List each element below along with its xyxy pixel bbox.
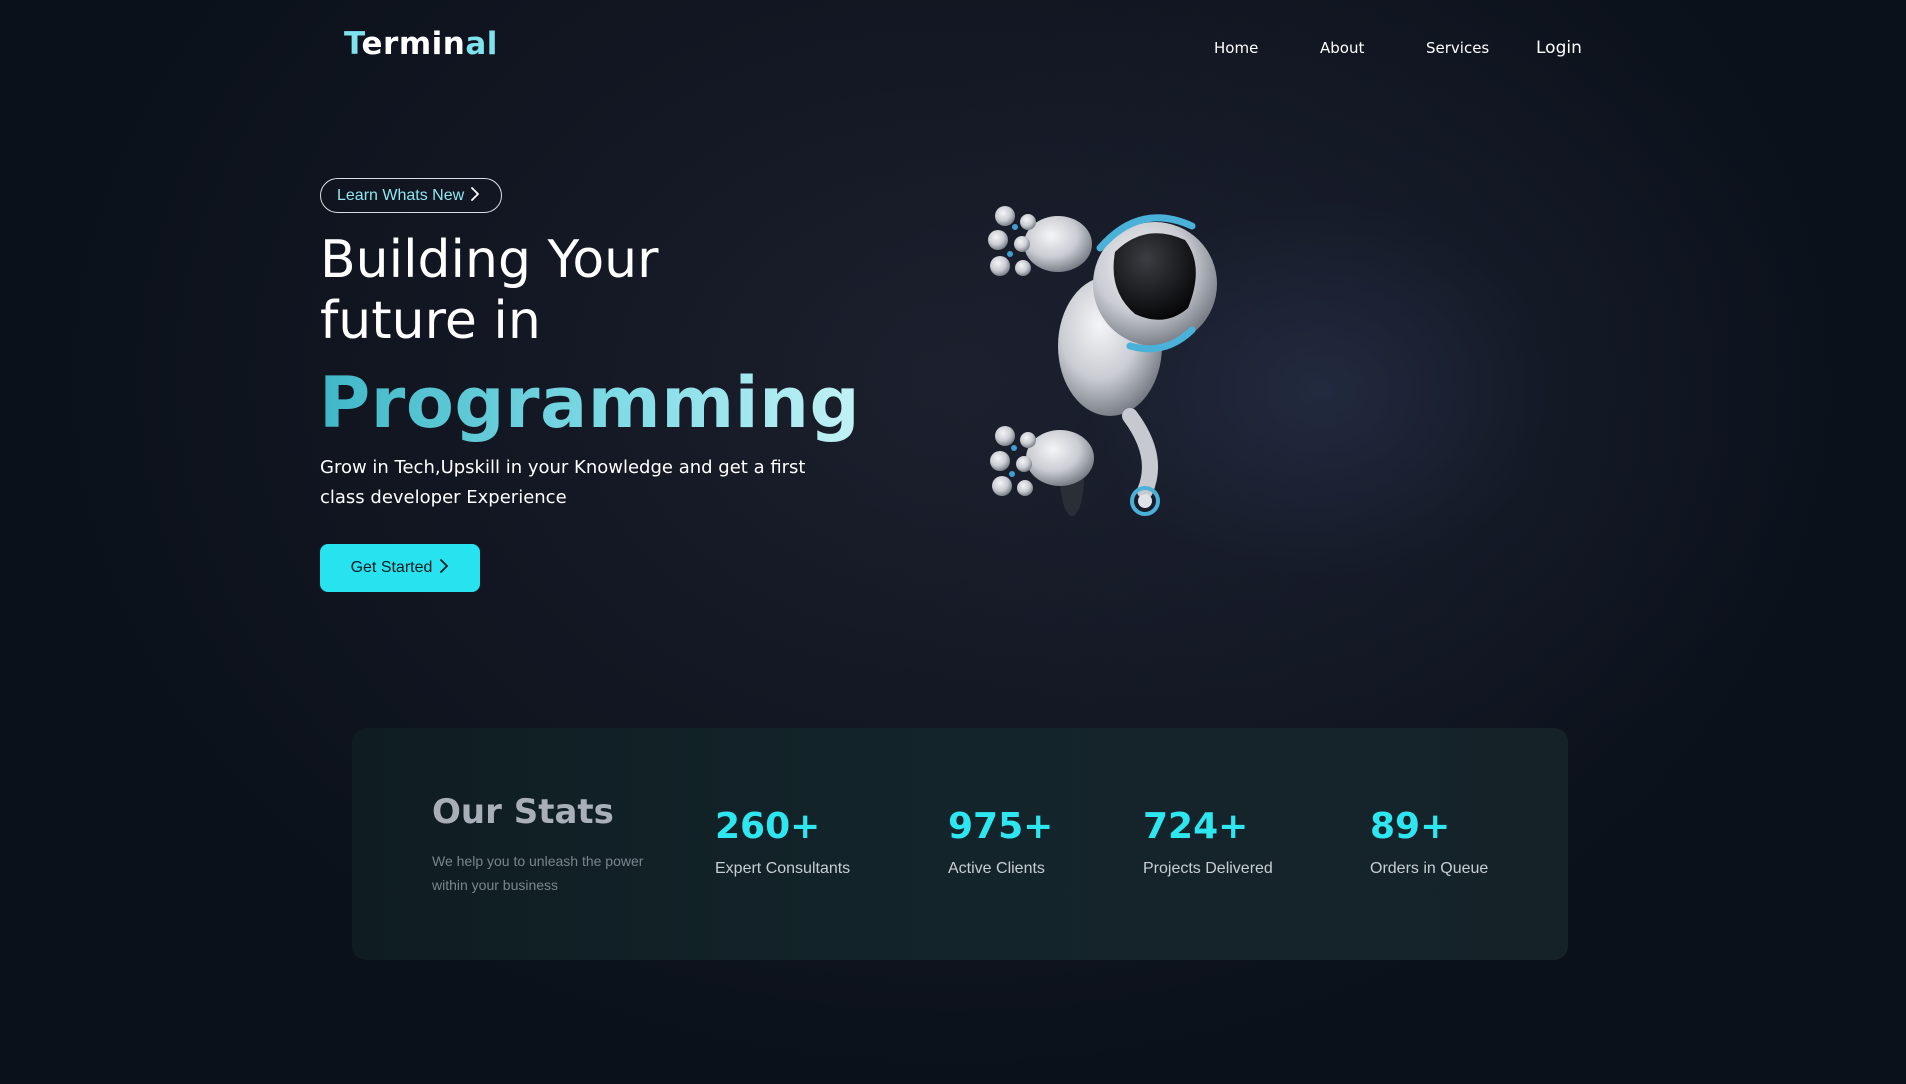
logo-text-middle: ermin: [361, 26, 466, 62]
learn-whats-new-badge[interactable]: Learn Whats New: [320, 178, 502, 213]
stat-label-clients: Active Clients: [948, 860, 1045, 877]
nav-link-home[interactable]: Home: [1214, 39, 1258, 57]
hero-title-line1: Building Your: [320, 230, 659, 290]
stat-label-orders: Orders in Queue: [1370, 860, 1489, 877]
logo[interactable]: Terminal: [344, 26, 498, 62]
stats-title: Our Stats: [432, 792, 614, 832]
get-started-button[interactable]: Get Started: [320, 544, 480, 592]
hero-title-line2: future in: [320, 291, 541, 351]
stat-value-orders: 89+: [1370, 806, 1451, 847]
stat-label-consultants: Expert Consultants: [715, 860, 851, 877]
hero-title: Building Your future in: [320, 230, 840, 352]
landing-page: Terminal Home About Services Login Learn…: [0, 0, 1906, 1084]
badge-label: Learn Whats New: [337, 186, 465, 204]
hero-subtitle: Grow in Tech,Upskill in your Knowledge a…: [320, 457, 806, 508]
hero-title-accent: Programming: [319, 362, 861, 444]
stats-description: We help you to unleash the power within …: [432, 853, 644, 893]
logo-letter-t: T: [344, 26, 362, 62]
stat-value-projects: 724+: [1143, 806, 1249, 847]
robot-illustration: [988, 206, 1217, 516]
nav-link-about[interactable]: About: [1320, 39, 1364, 57]
stats-panel: Our Stats We help you to unleash the pow…: [352, 728, 1568, 960]
login-link[interactable]: Login: [1536, 38, 1582, 58]
logo-text-end: al: [465, 26, 498, 62]
stat-label-projects: Projects Delivered: [1143, 860, 1273, 877]
stat-value-clients: 975+: [948, 806, 1054, 847]
get-started-label: Get Started: [350, 559, 433, 576]
chevron-right-icon: [439, 559, 449, 577]
chevron-right-icon: [470, 186, 480, 205]
nav-link-services[interactable]: Services: [1426, 39, 1489, 57]
stat-value-consultants: 260+: [715, 806, 821, 847]
